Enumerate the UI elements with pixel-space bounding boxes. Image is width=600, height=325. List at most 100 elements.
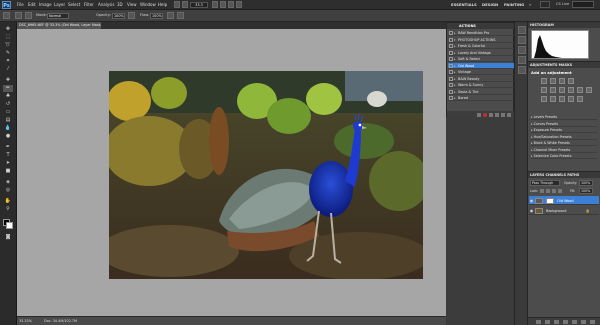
delete-action-icon[interactable] (507, 112, 511, 117)
link-layers-icon[interactable] (536, 320, 541, 324)
lock-pixels-icon[interactable] (546, 189, 550, 193)
curves-icon[interactable] (559, 78, 565, 84)
quick-select-tool-icon[interactable]: ✎ (3, 50, 13, 57)
background-color-swatch[interactable] (6, 222, 13, 229)
workspace-painting[interactable]: PAINTING (504, 2, 524, 7)
menu-3d[interactable]: 3D (117, 2, 123, 7)
exposure-icon[interactable] (568, 78, 574, 84)
layer-style-icon[interactable] (545, 320, 550, 324)
mode-select[interactable]: Normal (47, 13, 69, 19)
workspace-design[interactable]: DESIGN (482, 2, 498, 7)
menu-edit[interactable]: Edit (28, 2, 36, 7)
preset-row[interactable]: ▸Black & White Presets (531, 140, 597, 147)
vibrance-icon[interactable] (541, 87, 547, 93)
zoom-tool-icon[interactable] (220, 1, 226, 8)
brush-panel-icon[interactable] (25, 12, 32, 19)
peacock-photo[interactable] (109, 71, 423, 279)
workspace-more-icon[interactable]: » (529, 2, 531, 7)
history-panel-icon[interactable] (518, 26, 526, 34)
screen-mode-icon[interactable] (236, 1, 242, 8)
lasso-tool-icon[interactable]: ➰ (3, 42, 13, 49)
menu-image[interactable]: Image (39, 2, 52, 7)
channel-mixer-icon[interactable] (586, 87, 592, 93)
eye-icon[interactable]: ◉ (529, 196, 534, 205)
quick-mask-icon[interactable]: ◙ (3, 234, 13, 241)
action-row[interactable]: ▸ RAW Rendition Pro (448, 30, 514, 37)
menu-layer[interactable]: Layer (54, 2, 65, 7)
invert-icon[interactable] (541, 96, 547, 102)
document-tab[interactable]: DSC_6965.NEF @ 33.3% (Old Wood, Layer Ma… (17, 22, 101, 29)
play-action-icon[interactable] (489, 112, 493, 117)
preset-row[interactable]: ▸Curves Presets (531, 121, 597, 127)
menu-view[interactable]: View (127, 2, 137, 7)
cs-live-icon[interactable] (540, 1, 550, 8)
gradient-tool-icon[interactable]: ▤ (3, 117, 13, 124)
eyedropper-tool-icon[interactable]: ⁄ (3, 66, 13, 73)
workspace-essentials[interactable]: ESSENTIALS (451, 2, 477, 7)
clone-stamp-tool-icon[interactable]: ♣ (3, 93, 13, 100)
new-set-icon[interactable] (495, 112, 499, 117)
layers-tabs[interactable]: LAYERS CHANNELS PATHS (528, 172, 600, 178)
menu-help[interactable]: Help (158, 2, 167, 7)
swatches-panel-icon[interactable] (518, 56, 526, 64)
action-row[interactable]: ▾ PHOTOSHOP ACTIONS (448, 37, 514, 43)
menu-window[interactable]: Window (140, 2, 156, 7)
new-group-icon[interactable] (572, 320, 577, 324)
photo-filter-icon[interactable] (577, 87, 583, 93)
3d-rotate-tool-icon[interactable]: ◈ (3, 179, 13, 186)
menu-file[interactable]: File (17, 2, 24, 7)
selective-color-icon[interactable] (577, 96, 583, 102)
help-search-input[interactable] (572, 1, 594, 8)
healing-brush-tool-icon[interactable]: ✚ (3, 77, 13, 84)
actions-panel-icon[interactable] (518, 36, 526, 44)
action-row[interactable]: ▸ Warm & Sunny (448, 82, 514, 89)
flow-field[interactable]: 100% (150, 13, 163, 19)
action-row-selected[interactable]: ▸ Old Wood (448, 62, 514, 69)
action-row[interactable]: ▸ Sepia & Tint (448, 89, 514, 95)
pressure-opacity-icon[interactable] (128, 12, 135, 19)
canvas-area[interactable] (17, 29, 446, 316)
marquee-tool-icon[interactable]: ⬚ (3, 34, 13, 41)
mini-bridge-icon[interactable] (182, 1, 188, 8)
action-row[interactable]: ▸ Lovely And Vintage (448, 50, 514, 56)
shape-tool-icon[interactable]: ■ (3, 168, 13, 175)
gradient-map-icon[interactable] (568, 96, 574, 102)
zoom-status[interactable]: 33.33% (19, 319, 32, 323)
layer-opacity-field[interactable]: 100% (579, 180, 593, 186)
action-row[interactable]: ▸ Bored (448, 95, 514, 102)
threshold-icon[interactable] (559, 96, 565, 102)
opacity-field[interactable]: 100% (112, 13, 125, 19)
type-tool-icon[interactable]: T (3, 152, 13, 159)
brush-preset-icon[interactable] (3, 12, 10, 19)
eraser-tool-icon[interactable]: ▭ (3, 109, 13, 116)
black-white-icon[interactable] (568, 87, 574, 93)
preset-row[interactable]: ▸Selective Color Presets (531, 153, 597, 160)
fill-field[interactable]: 100% (579, 188, 593, 194)
arrange-documents-icon[interactable] (228, 1, 234, 8)
add-mask-icon[interactable] (554, 320, 559, 324)
record-action-icon[interactable] (483, 112, 487, 117)
hue-saturation-icon[interactable] (550, 87, 556, 93)
preset-row[interactable]: ▸Channel Mixer Presets (531, 147, 597, 153)
adjustment-layer-icon[interactable] (563, 320, 568, 324)
airbrush-icon[interactable] (167, 12, 174, 19)
brush-tool-icon[interactable]: ✏ (3, 85, 13, 92)
zoom-tool-icon[interactable]: ⚲ (3, 206, 13, 213)
action-row[interactable]: ▸ Vintage (448, 69, 514, 76)
color-balance-icon[interactable] (559, 87, 565, 93)
brightness-contrast-icon[interactable] (541, 78, 547, 84)
menu-analysis[interactable]: Analysis (98, 2, 114, 7)
action-row[interactable]: ▸ B&W Beauty (448, 76, 514, 82)
color-panel-icon[interactable] (518, 46, 526, 54)
lock-position-icon[interactable] (552, 189, 556, 193)
styles-panel-icon[interactable] (518, 66, 526, 74)
blend-mode-select[interactable]: Pass Through (530, 180, 560, 186)
menu-filter[interactable]: Filter (84, 2, 94, 7)
stop-action-icon[interactable] (477, 112, 481, 117)
pen-tool-icon[interactable]: ✒ (3, 144, 13, 151)
hand-tool-icon[interactable]: ✋ (3, 198, 13, 205)
menu-select[interactable]: Select (68, 2, 80, 7)
posterize-icon[interactable] (550, 96, 556, 102)
cs-live-label[interactable]: CS Live (556, 2, 569, 6)
brush-size-icon[interactable] (15, 12, 22, 19)
